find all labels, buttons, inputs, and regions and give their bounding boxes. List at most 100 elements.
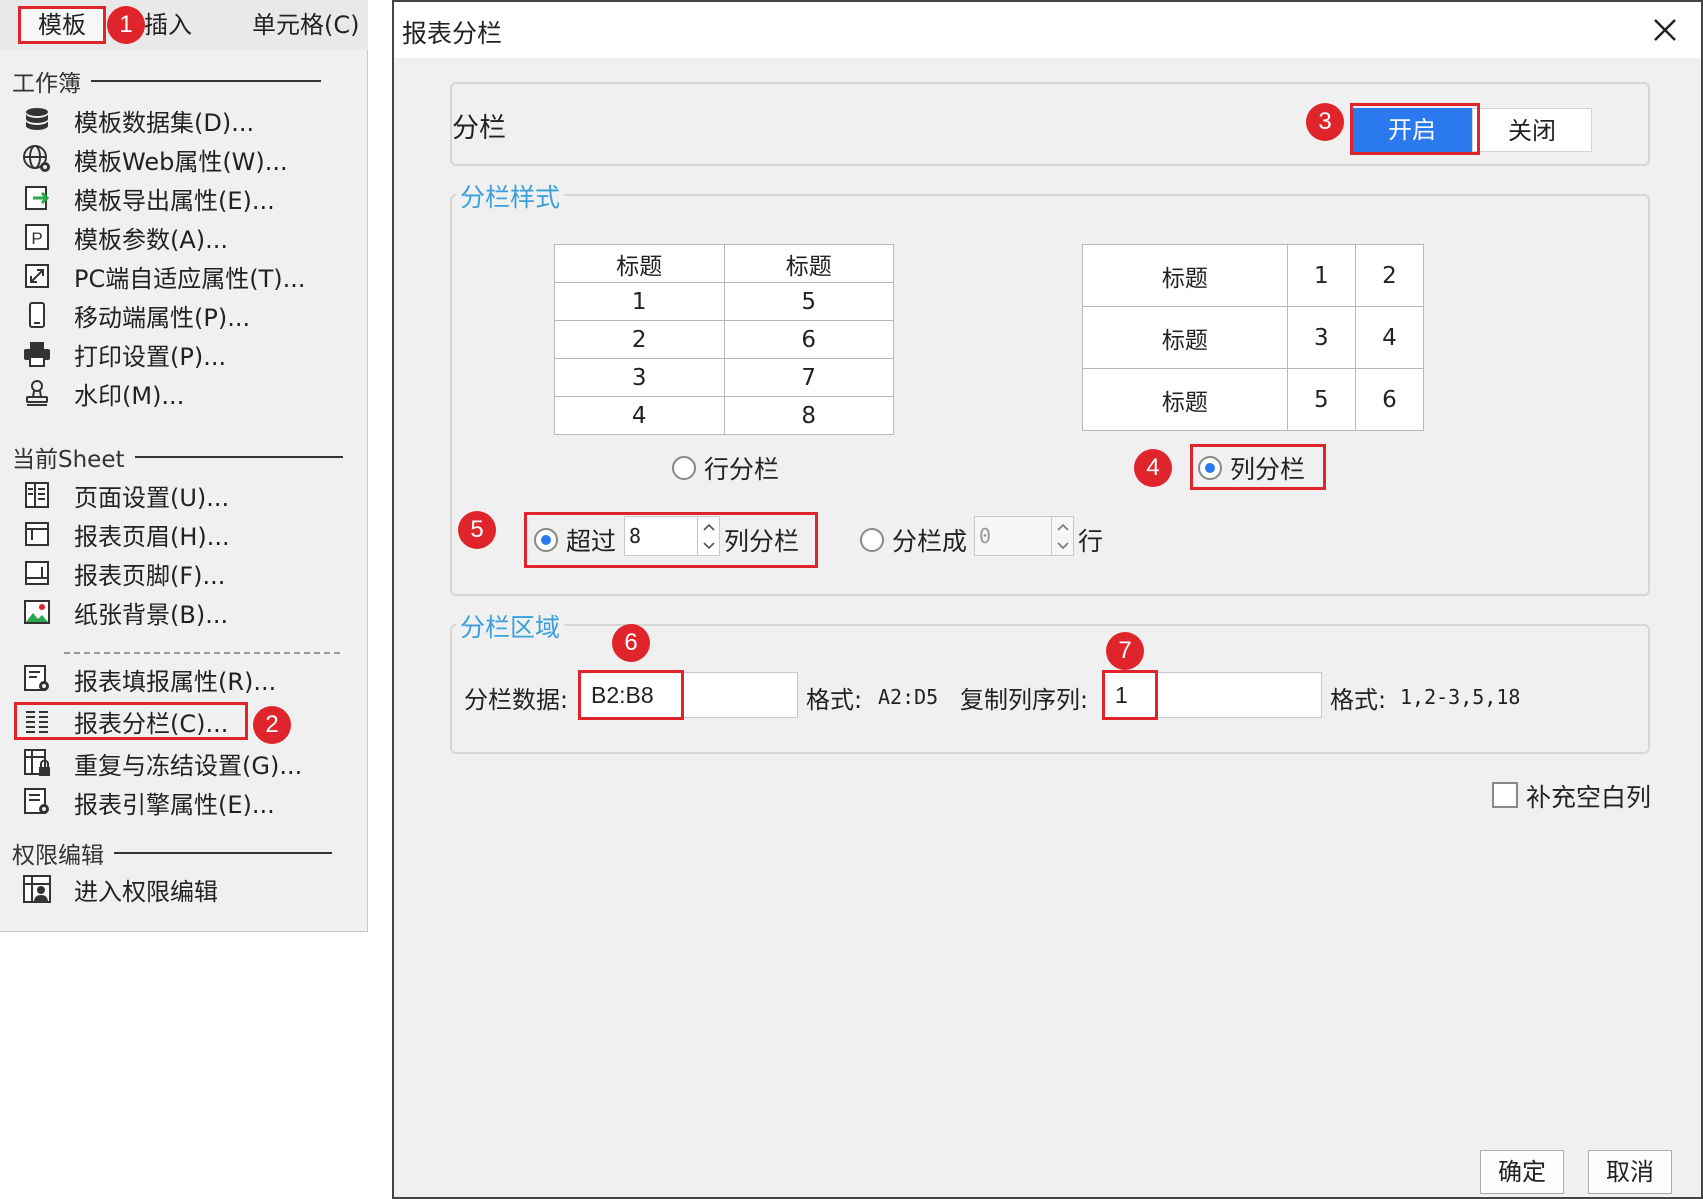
menu-item-page-setup[interactable]: 页面设置(U)... [14,476,344,514]
menu-item-export-properties[interactable]: 模板导出属性(E)... [14,179,344,217]
menu-item-parameters[interactable]: P 模板参数(A)... [14,218,344,256]
cancel-button[interactable]: 取消 [1588,1150,1672,1194]
highlight-column-data [578,670,684,720]
highlight-on [1350,103,1480,155]
page-setup-icon [14,478,60,512]
menu-item-repeat-freeze[interactable]: 重复与冻结设置(G)... [14,744,344,782]
menu-item-enter-permission[interactable]: 进入权限编辑 [14,870,344,908]
radio-unchecked-icon [860,528,884,552]
menu-item-label: 页面设置(U)... [74,483,230,512]
preview-header: 标题 [554,244,725,283]
template-menu: 模板 插入 单元格(C) 工作簿 模板数据集(D)... 模板Web属性(W).… [0,0,368,932]
dialog-title-bar: 报表分栏 [394,2,1701,58]
ok-button[interactable]: 确定 [1480,1150,1564,1194]
menu-item-label: 模板参数(A)... [74,225,229,254]
menu-bar: 模板 插入 单元格(C) [0,0,368,50]
preview-header: 标题 [723,244,894,283]
preview-cell: 标题 [1082,306,1288,369]
group-current-sheet-label: 当前Sheet [12,447,125,473]
menu-item-report-header[interactable]: 报表页眉(H)... [14,515,344,553]
mobile-icon [14,298,60,332]
menu-item-label: 报表页脚(F)... [74,561,226,590]
menu-item-label: 打印设置(P)... [74,342,227,371]
dialog-title: 报表分栏 [402,19,503,48]
resize-icon [14,259,60,293]
database-icon [14,103,60,137]
menu-item-label: 报表引擎属性(E)... [74,790,275,819]
chevron-up-icon[interactable] [1052,517,1073,536]
column-off-button[interactable]: 关闭 [1472,108,1592,152]
group-workbook-label: 工作簿 [12,71,81,97]
split-into-prefix: 分栏成 [892,527,968,556]
close-icon[interactable] [1647,12,1683,48]
menu-item-label: 水印(M)... [74,381,185,410]
group-divider [114,852,332,854]
column-area-title: 分栏区域 [456,608,565,644]
callout-badge-6: 6 [612,624,650,662]
group-current-sheet: 当前Sheet [12,440,343,474]
radio-unchecked-icon [672,456,696,480]
menu-item-print-settings[interactable]: 打印设置(P)... [14,335,344,373]
menu-cell[interactable]: 单元格(C) [252,6,359,44]
format2-example: 1,2-3,5,18 [1400,685,1521,709]
preview-cell: 2 [554,320,725,359]
report-columns-dialog: 报表分栏 分栏 开启 关闭 3 分栏样式 标题 标题 15 26 37 48 标… [392,0,1703,1199]
form-gear-icon [14,662,60,696]
callout-badge-4: 4 [1134,449,1172,487]
menu-template[interactable]: 模板 [18,6,106,44]
preview-cell: 4 [1354,306,1425,369]
menu-item-label: 进入权限编辑 [74,877,218,906]
group-divider [91,80,321,82]
highlight-col-column [1190,444,1326,490]
row-column-preview: 标题 标题 15 26 37 48 [554,244,894,435]
format1-label: 格式: [806,686,863,714]
fill-blank-label: 补充空白列 [1526,783,1652,812]
header-icon [14,517,60,551]
menu-item-mobile-properties[interactable]: 移动端属性(P)... [14,296,344,334]
menu-insert[interactable]: 插入 [144,6,192,44]
menu-item-label: 移动端属性(P)... [74,303,251,332]
copy-column-label: 复制列序列: [960,686,1089,714]
menu-separator [64,652,340,654]
preview-cell: 1 [1286,244,1356,307]
menu-item-pc-adaptive[interactable]: PC端自适应属性(T)... [14,257,344,295]
fill-blank-checkbox[interactable] [1492,782,1518,808]
menu-item-web-properties[interactable]: 模板Web属性(W)... [14,140,344,178]
group-workbook: 工作簿 [12,64,321,98]
menu-item-engine-properties[interactable]: 报表引擎属性(E)... [14,783,344,821]
callout-badge-5: 5 [458,511,496,549]
preview-cell: 2 [1354,244,1425,307]
menu-item-paper-background[interactable]: 纸张背景(B)... [14,593,344,631]
menu-item-label: 纸张背景(B)... [74,600,229,629]
chevron-down-icon[interactable] [1052,536,1073,555]
callout-badge-3: 3 [1306,103,1344,141]
preview-cell: 8 [723,396,894,435]
highlight-exceed [524,512,818,568]
callout-badge-1: 1 [107,6,145,44]
menu-item-report-footer[interactable]: 报表页脚(F)... [14,554,344,592]
column-style-title: 分栏样式 [456,178,565,214]
menu-item-label: PC端自适应属性(T)... [74,264,306,293]
menu-item-watermark[interactable]: 水印(M)... [14,374,344,412]
permission-user-icon [14,872,60,906]
row-column-radio[interactable]: 行分栏 [672,450,779,486]
stepper-arrows [1051,517,1073,555]
menu-item-label: 重复与冻结设置(G)... [74,751,303,780]
preview-cell: 1 [554,282,725,321]
columns-icon [14,704,60,738]
menu-item-dataset[interactable]: 模板数据集(D)... [14,101,344,139]
freeze-lock-icon [14,746,60,780]
preview-cell: 3 [1286,306,1356,369]
parameter-p-icon: P [14,220,60,254]
menu-item-report-columns[interactable]: 报表分栏(C)... [14,702,248,740]
row-column-label: 行分栏 [704,455,780,484]
menu-item-fill-properties[interactable]: 报表填报属性(R)... [14,660,344,698]
split-into-stepper[interactable]: 0 [974,516,1074,556]
menu-item-label: 模板Web属性(W)... [74,147,288,176]
footer-icon [14,556,60,590]
format1-example: A2:D5 [878,685,939,709]
image-icon [14,595,60,629]
split-into-radio[interactable]: 分栏成 [860,522,967,558]
menu-item-label: 报表分栏(C)... [74,709,229,738]
callout-badge-2: 2 [253,706,291,744]
